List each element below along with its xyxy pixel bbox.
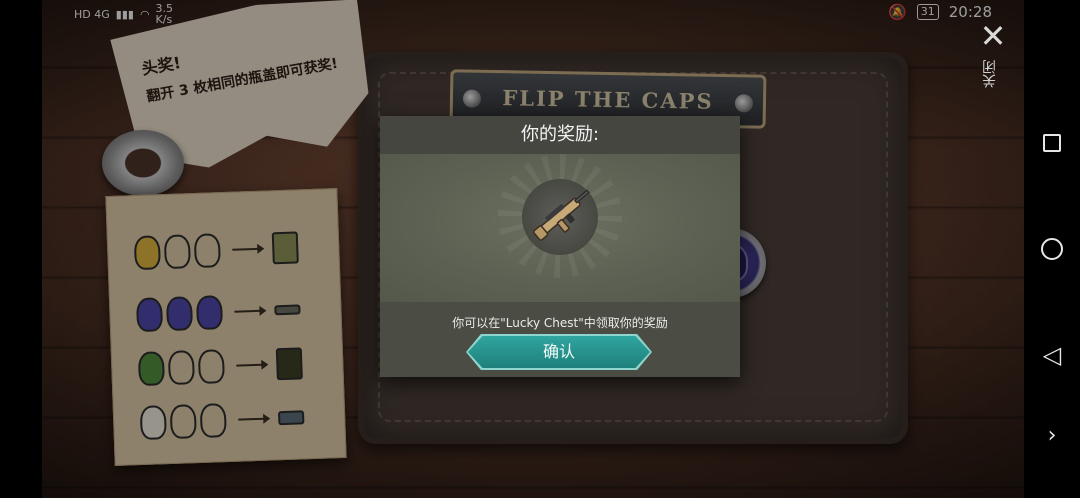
dialog-title: 你的奖励: xyxy=(380,116,740,154)
square-icon xyxy=(1043,134,1061,152)
close-icon[interactable]: ✕ xyxy=(974,20,1012,56)
reward-display xyxy=(380,154,740,302)
assault-rifle-icon xyxy=(533,189,590,241)
expand-button[interactable]: › xyxy=(1037,420,1067,450)
close-label[interactable]: 关闭 xyxy=(980,60,1004,88)
home-button[interactable] xyxy=(1037,234,1067,264)
circle-icon xyxy=(1041,238,1063,260)
reward-dialog: 你的奖励: 你可以在"Lucky Chest"中领取你的奖励 确认 xyxy=(380,116,740,377)
reward-hint: 你可以在"Lucky Chest"中领取你的奖励 xyxy=(452,316,668,330)
recents-button[interactable] xyxy=(1037,128,1067,158)
confirm-button[interactable]: 确认 xyxy=(468,336,650,368)
chevron-right-icon: › xyxy=(1047,422,1057,448)
navigation-bar: ◁ › xyxy=(1024,0,1080,498)
triangle-back-icon: ◁ xyxy=(1042,341,1062,369)
back-button[interactable]: ◁ xyxy=(1037,340,1067,370)
